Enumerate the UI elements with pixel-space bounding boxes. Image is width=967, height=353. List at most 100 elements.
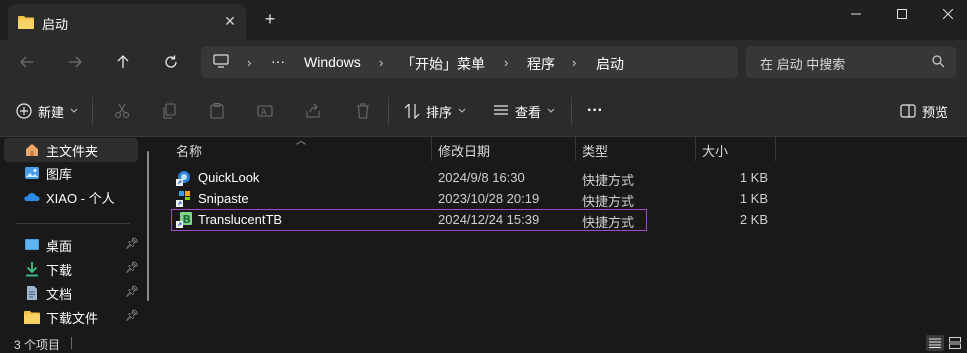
details-view-button[interactable]: [926, 335, 944, 351]
navigation-pane: 主文件夹 图库 XIAO - 个人 桌面 📌︎ 下载 📌︎ 文档 📌︎ 下载文件…: [0, 137, 158, 333]
chevron-down-icon: [70, 108, 78, 113]
column-header-size[interactable]: 大小: [696, 137, 776, 161]
chevron-right-icon[interactable]: ›: [504, 55, 508, 70]
up-button[interactable]: [109, 50, 137, 74]
column-header-name[interactable]: 名称: [170, 137, 432, 161]
file-size: 1 KB: [739, 170, 768, 185]
file-date: 2024/12/24 15:39: [438, 212, 540, 227]
sidebar-item-downloads[interactable]: 下载 📌︎: [4, 257, 139, 281]
more-options-button[interactable]: ···: [587, 99, 603, 123]
forward-button[interactable]: [61, 50, 89, 74]
new-button[interactable]: 新建: [16, 99, 78, 123]
sidebar-scrollbar[interactable]: [147, 151, 149, 301]
pin-icon[interactable]: 📌︎: [125, 285, 139, 298]
sidebar-item-home[interactable]: 主文件夹: [4, 138, 138, 162]
back-button[interactable]: [13, 50, 41, 74]
download-icon: [24, 261, 40, 277]
svg-text:A: A: [261, 108, 267, 117]
sidebar-item-download-folder[interactable]: 下载文件 📌︎: [4, 305, 139, 329]
sidebar-item-label: 主文件夹: [46, 143, 99, 159]
snipaste-icon: [176, 191, 192, 207]
title-bar: 启动 ✕ +: [0, 0, 967, 40]
quicklook-icon: [176, 170, 192, 186]
file-size: 2 KB: [739, 212, 768, 227]
close-tab-icon[interactable]: ✕: [222, 13, 238, 29]
divider: [388, 97, 389, 125]
file-list: ︿ 名称 修改日期 类型 大小 QuickLook 2024/9/8 16:30…: [158, 136, 967, 333]
tab-title: 启动: [42, 17, 69, 32]
status-bar: 3 个项目: [0, 333, 967, 353]
view-button[interactable]: 查看: [493, 99, 555, 123]
sort-button[interactable]: 排序: [404, 99, 466, 123]
chevron-down-icon: [547, 108, 555, 113]
maximize-button[interactable]: [879, 0, 925, 28]
file-type: 快捷方式: [582, 173, 635, 188]
details-view-icon: [929, 338, 941, 348]
divider: [571, 97, 572, 125]
sidebar-item-label: XIAO - 个人: [46, 190, 115, 206]
chevron-right-icon[interactable]: ›: [379, 55, 383, 70]
search-input[interactable]: 在 启动 中搜索: [746, 46, 956, 78]
desktop-icon: [24, 237, 40, 253]
copy-icon: [163, 103, 176, 119]
copy-button[interactable]: [158, 100, 180, 122]
chevron-down-icon: [458, 108, 466, 113]
paste-button[interactable]: [206, 100, 228, 122]
file-type: 快捷方式: [582, 194, 635, 209]
rename-button[interactable]: A: [254, 100, 276, 122]
navigation-bar: › ··· Windows › 「开始」菜单 › 程序 › 启动 在 启动 中搜…: [0, 40, 967, 85]
computer-icon: [213, 54, 229, 71]
chevron-right-icon[interactable]: ›: [572, 55, 576, 70]
preview-pane-button[interactable]: 预览: [900, 99, 948, 123]
file-date: 2023/10/28 20:19: [438, 191, 540, 206]
folder-icon: [18, 15, 34, 32]
new-tab-button[interactable]: +: [262, 10, 278, 28]
item-count: 3 个项目: [14, 338, 61, 352]
pin-icon[interactable]: 📌︎: [125, 261, 139, 274]
file-date: 2024/9/8 16:30: [438, 170, 525, 185]
arrow-right-icon: [69, 56, 82, 68]
breadcrumb-start-menu[interactable]: 「开始」菜单: [401, 54, 485, 74]
column-header-date[interactable]: 修改日期: [432, 137, 576, 161]
file-row[interactable]: Snipaste 2023/10/28 20:19 快捷方式 1 KB: [172, 189, 768, 209]
sidebar-item-label: 下载: [46, 262, 73, 278]
breadcrumb-windows[interactable]: Windows: [304, 54, 361, 70]
view-list-icon: [494, 105, 508, 115]
svg-text:B: B: [183, 213, 191, 226]
refresh-button[interactable]: [157, 50, 185, 74]
file-name: QuickLook: [198, 170, 260, 185]
maximize-icon: [897, 9, 907, 19]
breadcrumb-startup[interactable]: 启动: [596, 54, 624, 74]
translucenttb-icon: B: [176, 212, 192, 228]
file-size: 1 KB: [739, 191, 768, 206]
close-window-button[interactable]: [925, 0, 967, 28]
view-label: 查看: [515, 104, 542, 120]
delete-button[interactable]: [352, 100, 374, 122]
add-icon: [16, 103, 32, 119]
sidebar-item-documents[interactable]: 文档 📌︎: [4, 281, 139, 305]
sidebar-item-onedrive[interactable]: XIAO - 个人: [4, 185, 138, 209]
search-icon: [932, 55, 945, 71]
chevron-right-icon[interactable]: ›: [247, 55, 251, 70]
pin-icon[interactable]: 📌︎: [125, 309, 139, 322]
document-icon: [24, 285, 40, 301]
sidebar-item-desktop[interactable]: 桌面 📌︎: [4, 233, 139, 257]
pin-icon[interactable]: 📌︎: [125, 237, 139, 250]
file-row[interactable]: QuickLook 2024/9/8 16:30 快捷方式 1 KB: [172, 168, 768, 188]
onedrive-icon: [24, 189, 40, 205]
address-bar[interactable]: › ··· Windows › 「开始」菜单 › 程序 › 启动: [201, 46, 738, 78]
breadcrumb-more[interactable]: ···: [271, 53, 285, 69]
breadcrumb-programs[interactable]: 程序: [527, 54, 555, 74]
column-header-type[interactable]: 类型: [576, 137, 696, 161]
file-name: Snipaste: [198, 191, 249, 206]
minimize-button[interactable]: [833, 0, 879, 28]
tab-startup[interactable]: 启动 ✕: [8, 4, 246, 40]
tiles-view-button[interactable]: [946, 335, 964, 351]
share-button[interactable]: [302, 100, 324, 122]
refresh-icon: [165, 55, 177, 68]
sidebar-item-gallery[interactable]: 图库: [4, 161, 138, 185]
file-row-highlighted[interactable]: B TranslucentTB 2024/12/24 15:39 快捷方式 2 …: [171, 209, 768, 231]
share-icon: [306, 103, 320, 118]
command-bar: 新建 A 排序 查看 ··· 预览: [0, 85, 967, 137]
cut-button[interactable]: [111, 100, 133, 122]
